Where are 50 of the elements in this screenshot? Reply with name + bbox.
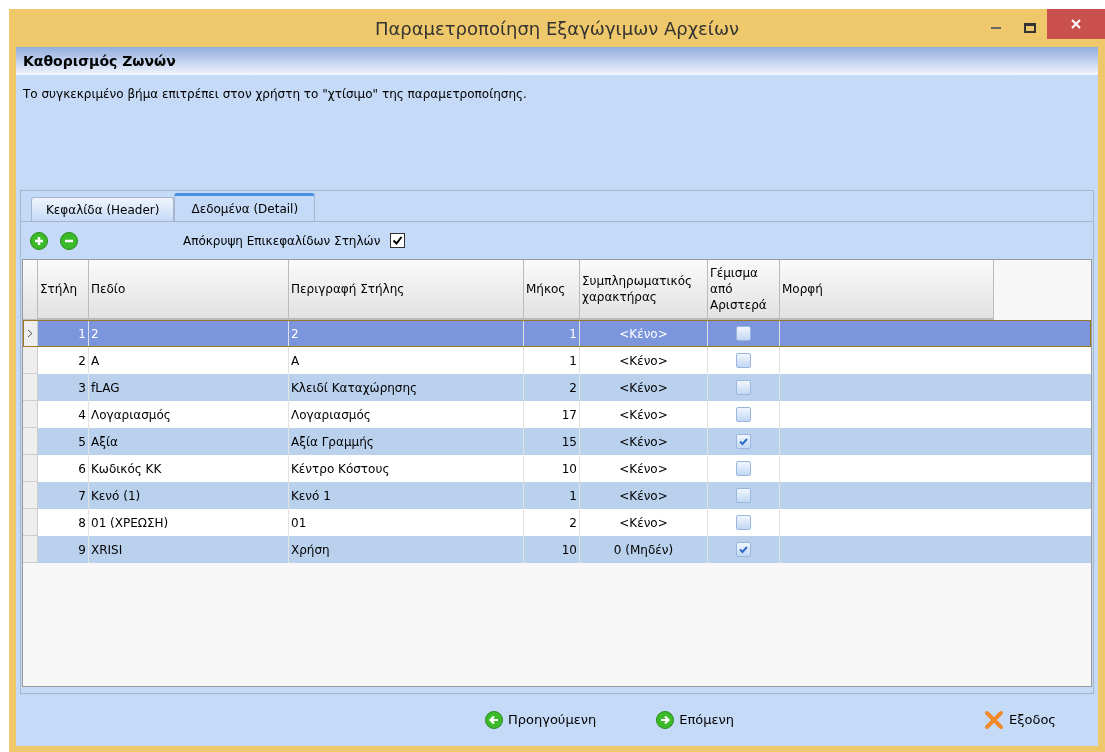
add-icon (30, 231, 48, 250)
column-header[interactable]: Γέμισμα από Αριστερά (708, 260, 780, 320)
row-selector[interactable] (23, 320, 38, 347)
close-icon (984, 710, 1005, 730)
checkbox-label: Απόκρυψη Επικεφαλίδων Στηλών (183, 232, 381, 250)
row-pointer-icon (27, 328, 33, 338)
column-header[interactable]: Στήλη (38, 260, 89, 320)
close-icon (1071, 19, 1081, 29)
checkbox[interactable] (736, 515, 751, 530)
tab[interactable]: Κεφαλίδα (Header) (31, 197, 175, 221)
checkbox[interactable] (736, 326, 751, 341)
checkbox[interactable] (736, 353, 751, 368)
previous-button[interactable]: Προηγούμενη (485, 710, 597, 730)
table-cell: 0 (Μηδέν) (580, 536, 708, 563)
check-icon (392, 235, 404, 246)
column-header[interactable]: Μορφή (780, 260, 994, 320)
table-row[interactable]: 5 Αξία Αξία Γραμμής 15 <Κένο> (23, 428, 1091, 455)
table-row[interactable]: 6 Κωδικός ΚΚ Κέντρο Κόστους 10 <Κένο> (23, 455, 1091, 482)
table-row[interactable]: 9 XRISI Χρήση 10 0 (Μηδέν) (23, 536, 1091, 563)
next-button[interactable]: Επόμενη (656, 710, 734, 730)
column-header[interactable]: Πεδίο (89, 260, 289, 320)
column-header[interactable]: Συμπληρωματικός χαρακτήρας (580, 260, 708, 320)
table-cell: 10 (524, 536, 580, 563)
window-title: Παραμετροποίηση Εξαγώγιμων Αρχείων (373, 16, 741, 41)
step-description: Το συγκεκριμένο βήμα επιτρέπει στον χρήστη το "χτίσιμο" της παραμετροποίησης. (22, 86, 528, 103)
checkbox[interactable] (736, 488, 751, 503)
table-cell: Χρήση (289, 536, 524, 563)
table-row[interactable]: 8 01 (ΧΡΕΩΣΗ) 01 2 <Κένο> (23, 509, 1091, 536)
checkbox[interactable] (736, 542, 751, 557)
column-header[interactable]: Μήκος (524, 260, 580, 320)
tab[interactable]: Δεδομένα (Detail) (174, 193, 316, 221)
header-corner (23, 260, 38, 320)
checkbox[interactable] (736, 380, 751, 395)
exit-button[interactable]: Εξοδος (984, 710, 1056, 730)
table-row[interactable]: 7 Κενό (1) Κενό 1 1 <Κένο> (23, 482, 1091, 509)
step-title: Καθορισμός Ζωνών (16, 47, 1098, 75)
check-icon (738, 544, 749, 555)
table-row[interactable]: 3 fLAG Κλειδί Καταχώρησης 2 <Κένο> (23, 374, 1091, 401)
checkbox[interactable] (736, 461, 751, 476)
checkbox[interactable] (390, 233, 406, 248)
checkbox[interactable] (736, 407, 751, 422)
remove-icon (60, 231, 78, 250)
checkbox[interactable] (736, 434, 751, 449)
table-row[interactable]: 2 A A 1 <Κένο> (23, 347, 1091, 374)
close-button[interactable] (1047, 9, 1105, 39)
table-cell: 9 (38, 536, 89, 563)
check-icon (738, 436, 749, 447)
table-row[interactable]: 4 Λογαριασμός Λογαριασμός 17 <Κένο> (23, 401, 1091, 428)
column-header[interactable]: Περιγραφή Στήλης (289, 260, 524, 320)
table-cell: XRISI (89, 536, 289, 563)
